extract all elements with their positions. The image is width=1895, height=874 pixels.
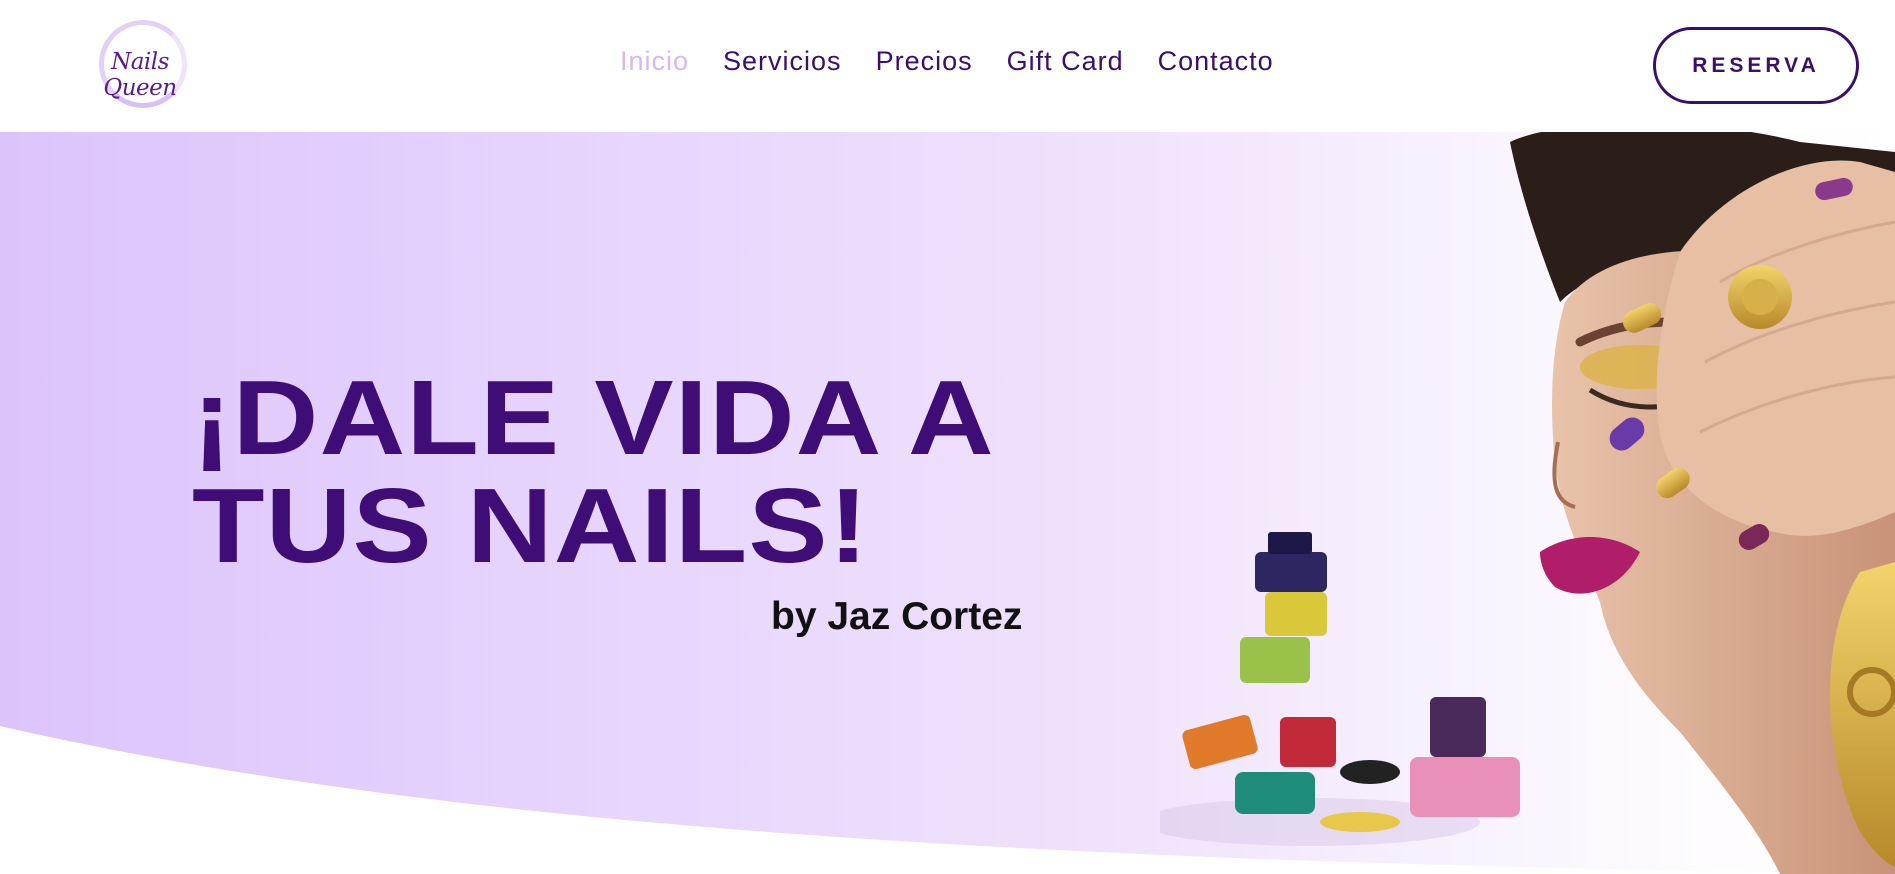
site-header: Nails Queen Inicio Servicios Precios Gif… xyxy=(0,0,1895,132)
logo-text: Nails Queen xyxy=(103,49,177,101)
woman-with-painted-nails-image xyxy=(1160,132,1895,874)
nav-item-contacto[interactable]: Contacto xyxy=(1158,46,1274,77)
nav-item-servicios[interactable]: Servicios xyxy=(723,46,842,77)
nav-item-inicio[interactable]: Inicio xyxy=(620,46,689,77)
nav-item-precios[interactable]: Precios xyxy=(876,46,973,77)
hero-illustration-icon xyxy=(1160,132,1895,874)
hero-headline-line1: ¡DALE VIDA A xyxy=(192,359,995,477)
reserve-button[interactable]: RESERVA xyxy=(1653,27,1859,104)
hero-headline-line2: TUS NAILS! xyxy=(192,467,870,585)
main-nav: Inicio Servicios Precios Gift Card Conta… xyxy=(620,46,1274,77)
hero-byline: by Jaz Cortez xyxy=(771,595,1023,638)
hero-headline: ¡DALE VIDA A TUS NAILS! xyxy=(192,364,1200,580)
page: Nails Queen Inicio Servicios Precios Gif… xyxy=(0,0,1895,874)
hero-section: ¡DALE VIDA A TUS NAILS! by Jaz Cortez xyxy=(0,132,1895,874)
nail-polish-bottles-image xyxy=(1160,532,1520,846)
nav-item-gift-card[interactable]: Gift Card xyxy=(1007,46,1124,77)
logo[interactable]: Nails Queen xyxy=(75,16,205,114)
